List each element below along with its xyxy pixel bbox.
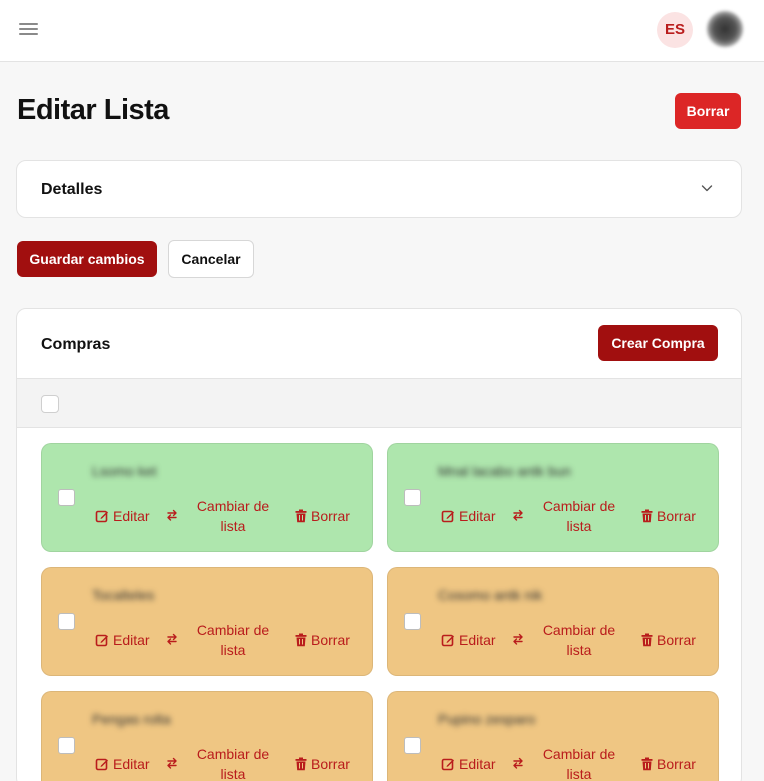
edit-purchase-button[interactable]: Editar bbox=[441, 756, 496, 772]
cancel-button[interactable]: Cancelar bbox=[168, 240, 254, 278]
trash-icon bbox=[295, 757, 307, 771]
edit-label: Editar bbox=[113, 756, 150, 772]
chevron-down-icon bbox=[701, 185, 713, 192]
select-all-checkbox[interactable] bbox=[41, 395, 59, 413]
trash-icon bbox=[641, 509, 653, 523]
edit-icon bbox=[95, 634, 108, 647]
edit-label: Editar bbox=[113, 508, 150, 524]
purchases-title: Compras bbox=[41, 336, 111, 353]
save-button[interactable]: Guardar cambios bbox=[17, 241, 157, 277]
purchase-card: Pupino zesparo Editar Cambiar de lista B… bbox=[387, 691, 719, 781]
edit-label: Editar bbox=[113, 632, 150, 648]
purchase-checkbox[interactable] bbox=[58, 489, 75, 506]
move-purchase-button[interactable]: Cambiar de lista bbox=[538, 496, 620, 536]
delete-label: Borrar bbox=[657, 508, 696, 524]
purchase-name: Lsomo ket bbox=[92, 463, 157, 479]
details-title: Detalles bbox=[41, 181, 103, 198]
purchase-name: Cosomo antk nik bbox=[438, 587, 543, 603]
delete-label: Borrar bbox=[311, 508, 350, 524]
delete-purchase-button[interactable]: Borrar bbox=[295, 632, 350, 648]
edit-label: Editar bbox=[459, 508, 496, 524]
top-bar: ES bbox=[0, 0, 764, 62]
trash-icon bbox=[295, 633, 307, 647]
edit-icon bbox=[441, 634, 454, 647]
delete-purchase-button[interactable]: Borrar bbox=[295, 508, 350, 524]
move-purchase-button[interactable]: Cambiar de lista bbox=[538, 744, 620, 781]
purchase-name: Mnal lacabo antk bun bbox=[438, 463, 572, 479]
purchase-name: Tocalteles bbox=[92, 587, 155, 603]
delete-purchase-button[interactable]: Borrar bbox=[641, 508, 696, 524]
edit-icon bbox=[95, 510, 108, 523]
page-title: Editar Lista bbox=[17, 94, 169, 126]
swap-icon bbox=[513, 633, 523, 645]
edit-purchase-button[interactable]: Editar bbox=[95, 632, 150, 648]
trash-icon bbox=[641, 757, 653, 771]
purchases-panel: Compras Crear Compra Lsomo ket Editar Ca… bbox=[16, 308, 742, 781]
purchase-card: Cosomo antk nik Editar Cambiar de lista … bbox=[387, 567, 719, 676]
delete-label: Borrar bbox=[311, 632, 350, 648]
edit-icon bbox=[441, 758, 454, 771]
edit-label: Editar bbox=[459, 632, 496, 648]
swap-icon bbox=[513, 509, 523, 521]
trash-icon bbox=[295, 509, 307, 523]
delete-purchase-button[interactable]: Borrar bbox=[641, 632, 696, 648]
purchase-card: Tocalteles Editar Cambiar de lista Borra… bbox=[41, 567, 373, 676]
purchase-checkbox[interactable] bbox=[58, 613, 75, 630]
purchase-card: Mnal lacabo antk bun Editar Cambiar de l… bbox=[387, 443, 719, 552]
delete-list-button[interactable]: Borrar bbox=[675, 93, 741, 129]
details-accordion[interactable]: Detalles bbox=[16, 160, 742, 218]
move-purchase-button[interactable]: Cambiar de lista bbox=[538, 620, 620, 660]
menu-icon[interactable] bbox=[19, 21, 39, 37]
move-purchase-button[interactable]: Cambiar de lista bbox=[192, 620, 274, 660]
edit-purchase-button[interactable]: Editar bbox=[441, 508, 496, 524]
edit-purchase-button[interactable]: Editar bbox=[95, 756, 150, 772]
avatar[interactable] bbox=[707, 11, 743, 47]
delete-purchase-button[interactable]: Borrar bbox=[295, 756, 350, 772]
edit-icon bbox=[441, 510, 454, 523]
purchase-name: Pupino zesparo bbox=[438, 711, 536, 727]
swap-icon bbox=[167, 757, 177, 769]
swap-icon bbox=[167, 509, 177, 521]
edit-purchase-button[interactable]: Editar bbox=[441, 632, 496, 648]
edit-purchase-button[interactable]: Editar bbox=[95, 508, 150, 524]
trash-icon bbox=[641, 633, 653, 647]
purchase-checkbox[interactable] bbox=[404, 613, 421, 630]
move-purchase-button[interactable]: Cambiar de lista bbox=[192, 744, 274, 781]
purchase-checkbox[interactable] bbox=[58, 737, 75, 754]
purchase-card: Lsomo ket Editar Cambiar de lista Borrar bbox=[41, 443, 373, 552]
language-badge[interactable]: ES bbox=[657, 12, 693, 48]
purchase-checkbox[interactable] bbox=[404, 737, 421, 754]
purchase-card: Pengas rolta Editar Cambiar de lista Bor… bbox=[41, 691, 373, 781]
purchase-name: Pengas rolta bbox=[92, 711, 171, 727]
delete-label: Borrar bbox=[657, 632, 696, 648]
delete-purchase-button[interactable]: Borrar bbox=[641, 756, 696, 772]
delete-label: Borrar bbox=[311, 756, 350, 772]
edit-label: Editar bbox=[459, 756, 496, 772]
swap-icon bbox=[513, 757, 523, 769]
select-all-row bbox=[17, 378, 741, 428]
move-purchase-button[interactable]: Cambiar de lista bbox=[192, 496, 274, 536]
swap-icon bbox=[167, 633, 177, 645]
delete-label: Borrar bbox=[657, 756, 696, 772]
create-purchase-button[interactable]: Crear Compra bbox=[598, 325, 718, 361]
purchase-checkbox[interactable] bbox=[404, 489, 421, 506]
edit-icon bbox=[95, 758, 108, 771]
